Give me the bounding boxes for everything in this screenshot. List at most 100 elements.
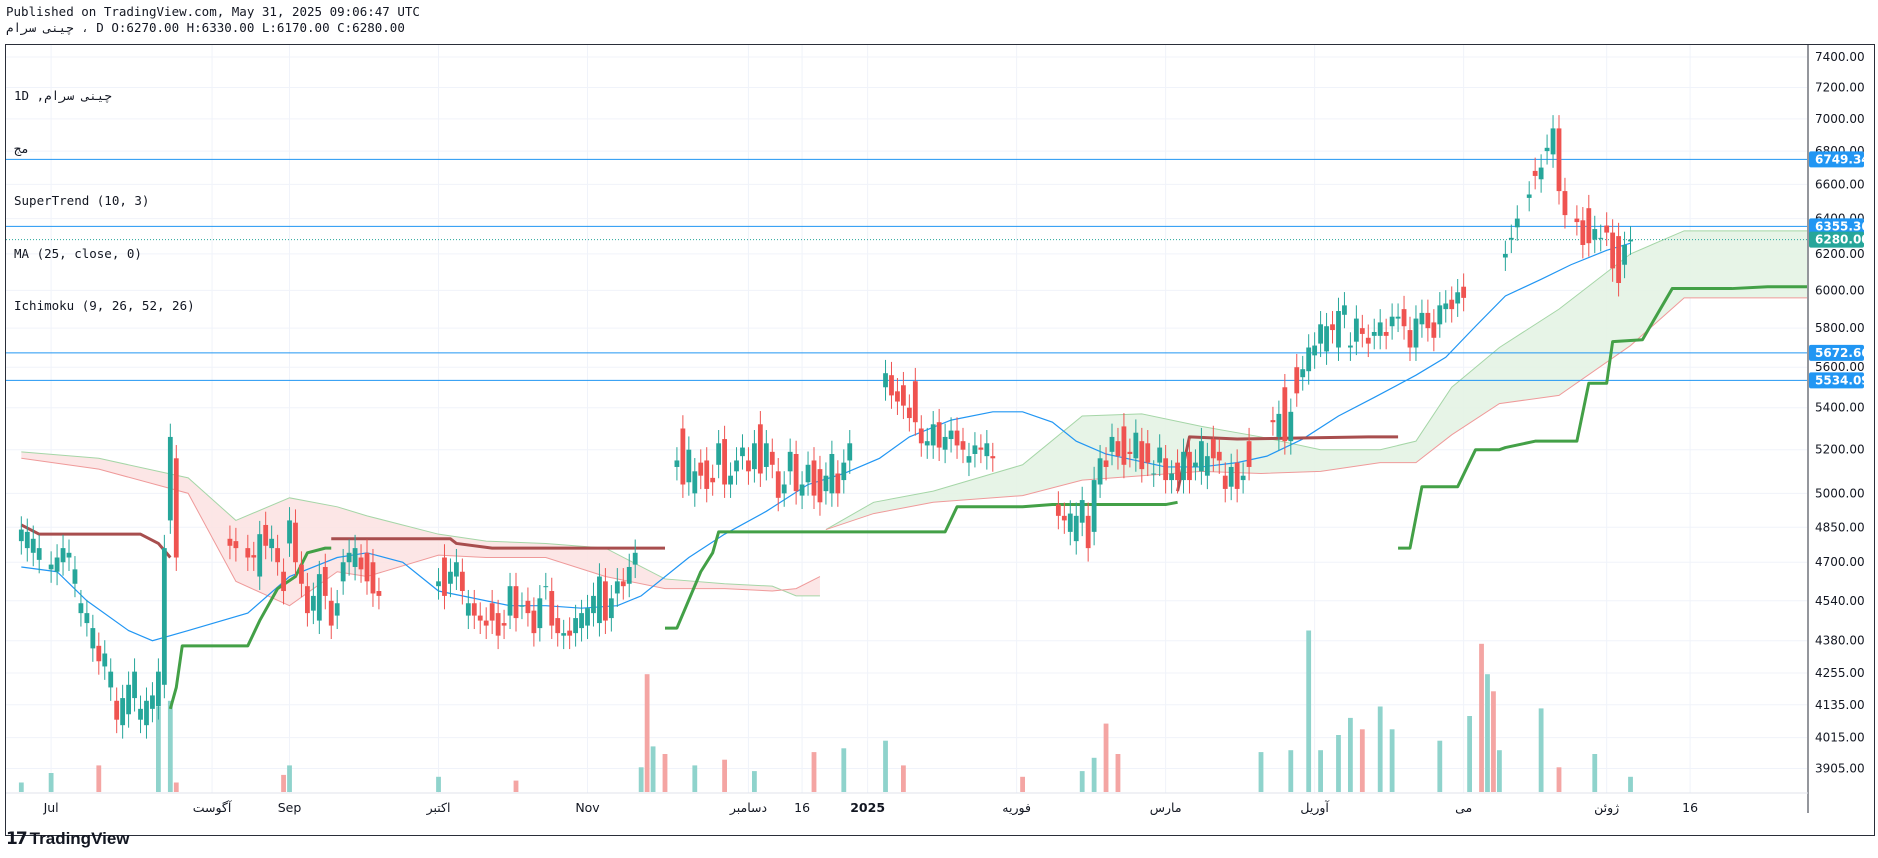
candle <box>1061 515 1067 521</box>
candle <box>84 613 90 624</box>
candle <box>716 443 722 465</box>
time-axis-tick: آوریل <box>1300 800 1329 816</box>
volume-bar <box>811 752 817 792</box>
candle <box>752 443 757 470</box>
candle <box>1610 232 1616 269</box>
candle <box>465 603 471 616</box>
candle <box>483 620 489 626</box>
legend-ichimoku[interactable]: Ichimoku (9, 26, 52, 26) <box>14 297 195 315</box>
candle <box>477 615 483 621</box>
volume-bar <box>1497 750 1502 792</box>
volume-bar <box>1020 776 1025 792</box>
candle <box>579 613 584 629</box>
candle <box>78 603 84 614</box>
price-axis-tick: 6000.00 <box>1815 283 1865 297</box>
candle <box>972 445 978 454</box>
candle <box>1157 447 1163 463</box>
price-label: 5672.66 <box>1815 346 1870 360</box>
volume-bar <box>1491 691 1496 792</box>
candle <box>1228 466 1234 487</box>
candle <box>1163 458 1169 481</box>
volume-bar <box>1556 767 1562 792</box>
candle <box>1419 312 1425 325</box>
candle <box>1443 303 1449 310</box>
candle <box>346 552 352 563</box>
candle <box>722 439 727 485</box>
candle <box>1324 326 1329 352</box>
candle <box>1508 237 1514 240</box>
legend-ma[interactable]: MA (25, close, 0) <box>14 245 195 263</box>
candle <box>1193 462 1198 467</box>
candle <box>1145 443 1151 463</box>
candle <box>948 430 954 440</box>
candle <box>138 708 143 720</box>
price-label: 6355.36 <box>1815 219 1870 233</box>
time-axis-tick: آگوست <box>193 800 232 816</box>
candle <box>1091 480 1097 532</box>
candle <box>543 586 549 588</box>
candle <box>495 613 501 636</box>
candle <box>102 653 108 667</box>
volume-bar <box>513 780 519 792</box>
brand[interactable]: 17 TradingView <box>6 829 130 849</box>
candle <box>1246 441 1252 467</box>
candle <box>1395 316 1401 319</box>
candle <box>448 571 453 584</box>
candle <box>1348 345 1353 348</box>
price-chart[interactable]: 7400.007200.007000.006800.006600.006400.… <box>0 0 1878 858</box>
candle <box>489 603 495 621</box>
time-axis-tick: 16 <box>1682 800 1698 815</box>
candle <box>608 598 614 619</box>
candle <box>1276 413 1282 437</box>
legend-symbol[interactable]: 1D ,چینی سرام <box>14 87 195 105</box>
candle <box>942 436 948 450</box>
brand-name: TradingView <box>29 829 130 848</box>
price-axis-tick: 4850.00 <box>1815 520 1865 534</box>
price-axis-tick: 5800.00 <box>1815 321 1865 335</box>
candle <box>1544 147 1550 152</box>
volume-bar <box>644 674 650 792</box>
volume-bar <box>287 765 292 792</box>
volume-bar <box>638 767 644 792</box>
price-axis-tick: 6200.00 <box>1815 247 1865 261</box>
candle <box>1288 411 1294 442</box>
candle <box>376 591 382 596</box>
candle <box>984 443 990 457</box>
volume-bar <box>1437 740 1443 792</box>
candle <box>471 603 477 616</box>
candle <box>1562 191 1568 216</box>
volume-bar <box>436 776 441 792</box>
candle <box>1300 369 1306 378</box>
candle <box>1365 337 1371 344</box>
price-label: 6280.00 <box>1815 233 1870 247</box>
candle <box>746 460 751 472</box>
volume-bar <box>1091 757 1097 792</box>
candle <box>144 700 149 726</box>
candle <box>1222 475 1228 489</box>
candle <box>1073 515 1079 542</box>
candle <box>561 633 567 636</box>
candle <box>1216 451 1222 461</box>
candle <box>299 564 304 584</box>
candle <box>883 373 888 388</box>
time-axis-tick: مارس <box>1150 800 1182 816</box>
candle <box>1127 451 1133 454</box>
time-axis-tick: دسامبر <box>729 800 767 816</box>
candle <box>1199 441 1204 472</box>
candle <box>161 548 167 685</box>
candle <box>293 522 298 563</box>
candle <box>847 443 853 461</box>
candle <box>370 562 376 594</box>
volume-bar <box>883 740 888 792</box>
candle <box>156 671 161 707</box>
price-axis-tick: 4015.00 <box>1815 731 1865 745</box>
candle <box>1449 299 1455 310</box>
candle <box>674 460 680 467</box>
price-axis-tick: 7400.00 <box>1815 50 1865 64</box>
volume-bar <box>1318 750 1323 792</box>
legend-supertrend[interactable]: SuperTrend (10, 3) <box>14 192 195 210</box>
candle <box>519 605 525 607</box>
candle <box>1294 367 1300 394</box>
candle <box>918 428 924 444</box>
candle <box>525 600 531 614</box>
